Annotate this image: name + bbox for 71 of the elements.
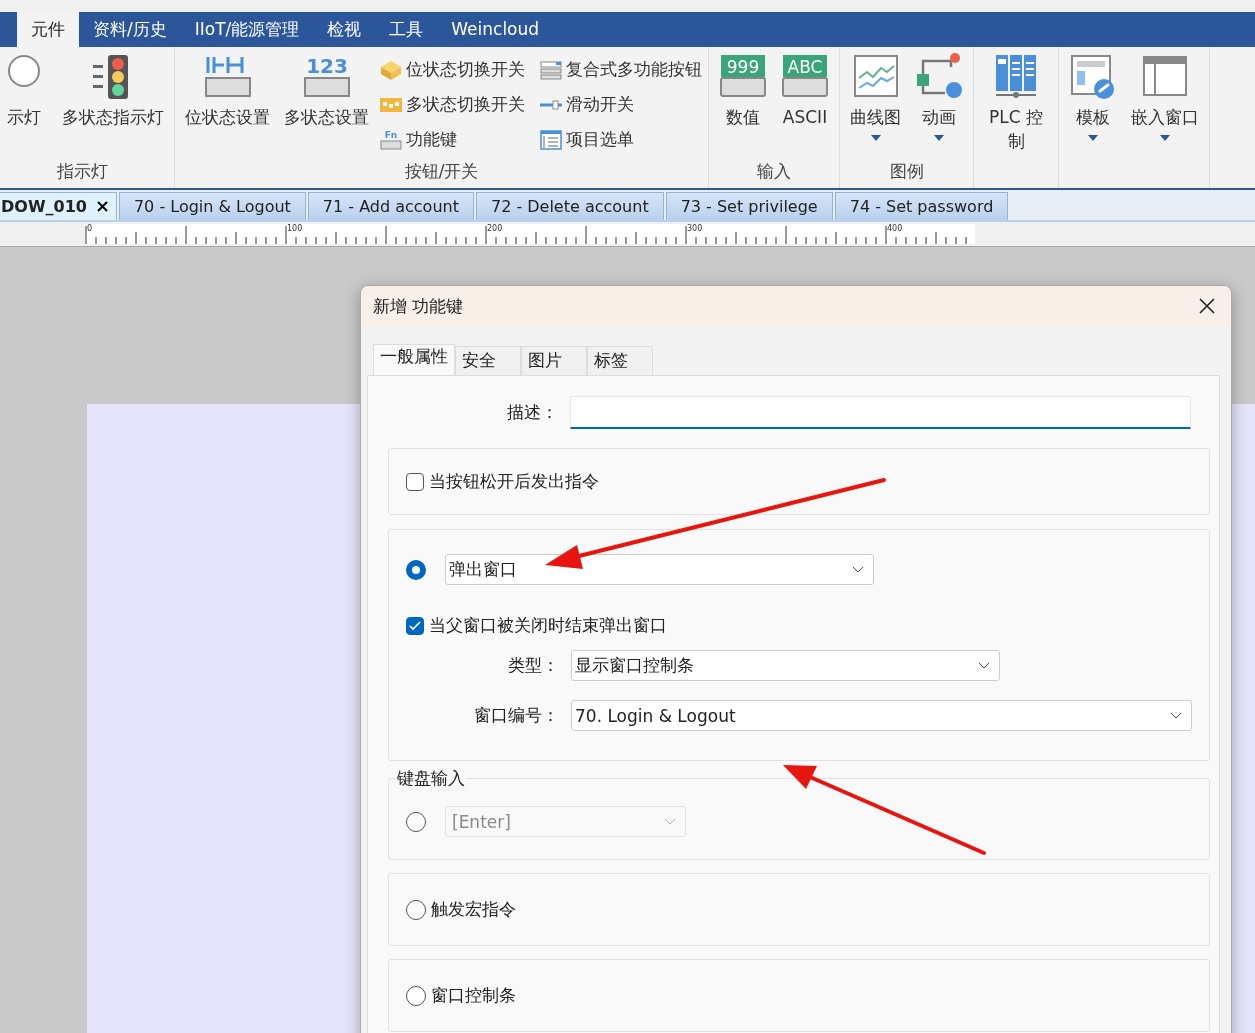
checkbox-label: 当按钮松开后发出指令 — [429, 470, 599, 493]
ribbon-button[interactable]: 滑动开关 — [537, 87, 704, 122]
radio-label: 触发宏指令 — [431, 898, 516, 921]
menu-tab[interactable]: 元件 — [17, 12, 79, 47]
dropdown[interactable]: 70. Login & Logout — [571, 700, 1192, 731]
document-tab[interactable]: 71 - Add account — [307, 192, 474, 220]
chevron-icon — [1170, 712, 1182, 719]
document-tab[interactable]: DOW_010 — [0, 192, 117, 220]
radio-label: 窗口控制条 — [431, 984, 516, 1007]
document-tab[interactable]: 72 - Delete account — [475, 192, 664, 220]
ribbon-button[interactable]: 123 多状态设置 — [278, 47, 375, 129]
dialog-tab[interactable]: 标签 — [587, 346, 653, 375]
radio-button[interactable] — [406, 985, 426, 1006]
menu-tab[interactable]: 工具 — [375, 12, 438, 47]
ribbon-button[interactable]: 曲线图 — [844, 47, 907, 141]
dialog-tab[interactable]: 一般属性 — [373, 344, 455, 375]
checkbox[interactable] — [406, 472, 424, 491]
document-tab[interactable]: 74 - Set password — [834, 192, 1009, 220]
radio-button[interactable] — [406, 559, 426, 580]
description-field[interactable] — [570, 396, 1191, 429]
stacked-bars-icon — [539, 58, 563, 81]
ruler-label: 0 — [87, 224, 93, 233]
group-legend: 键盘输入 — [396, 767, 466, 790]
dropdown[interactable]: 弹出窗口 — [445, 554, 874, 585]
chevron-icon — [978, 662, 990, 669]
ribbon-button[interactable]: ABC ASCII — [775, 47, 835, 129]
ribbon-button[interactable]: 示灯 — [0, 47, 54, 129]
ribbon-button[interactable]: 模板 — [1063, 47, 1123, 141]
dialog-tab[interactable]: 图片 — [521, 346, 587, 375]
ribbon-button[interactable]: 位状态设置 — [179, 47, 276, 129]
menu-tab[interactable]: Weincloud — [437, 12, 554, 47]
document-tab[interactable]: 70 - Login & Logout — [118, 192, 306, 220]
ribbon-button[interactable]: 动画 — [909, 47, 969, 141]
ribbon-button[interactable]: Fn 功能键 — [377, 122, 527, 157]
list-icon — [539, 128, 563, 151]
ruler-label: 300 — [687, 224, 703, 233]
dropdown[interactable]: 显示窗口控制条 — [571, 650, 1000, 681]
chevron-icon — [664, 818, 676, 825]
field-label: 描述： — [506, 401, 558, 424]
menu-tab[interactable]: 检视 — [313, 12, 376, 47]
ruler-label: 100 — [287, 224, 303, 233]
cube-icon — [379, 58, 403, 81]
ribbon-button[interactable]: 多状态指示灯 — [56, 47, 170, 129]
ribbon-button[interactable]: 复合式多功能按钮 — [537, 52, 704, 87]
document-tab[interactable]: 73 - Set privilege — [665, 192, 833, 220]
field-label: 类型： — [507, 654, 559, 677]
close-icon — [96, 201, 108, 212]
field-label: 窗口编号： — [473, 704, 559, 727]
ribbon-button[interactable]: 位状态切换开关 — [377, 52, 527, 87]
checkbox-label: 当父窗口被关闭时结束弹出窗口 — [429, 614, 667, 637]
group-label: 图例 — [888, 160, 925, 183]
ruler-label: 400 — [887, 224, 903, 233]
ribbon-button[interactable]: 项目选单 — [537, 122, 704, 157]
chevron-icon — [852, 566, 864, 573]
group-label: 指示灯 — [55, 160, 109, 183]
flow-diagram-icon — [915, 53, 963, 101]
radio-button[interactable] — [406, 899, 426, 920]
dialog-title: 新增 功能键 — [373, 294, 464, 318]
menu-tab[interactable]: 资料/历史 — [79, 12, 181, 47]
ribbon-button[interactable]: PLC 控制 — [978, 47, 1054, 153]
checkbox[interactable] — [406, 616, 424, 635]
ribbon-button[interactable]: 999 数值 — [713, 47, 773, 129]
group-label: 按钮/开关 — [403, 160, 480, 183]
menu-tab[interactable]: IIoT/能源管理 — [180, 12, 314, 47]
template-icon — [1069, 53, 1117, 101]
dialog-tab[interactable]: 安全 — [455, 346, 521, 375]
ribbon-button[interactable]: 多状态切换开关 — [377, 87, 527, 122]
group-label: 输入 — [756, 160, 792, 183]
ruler-label: 200 — [487, 224, 503, 233]
ribbon-button[interactable]: 嵌入窗口 — [1125, 47, 1205, 141]
close-icon[interactable] — [1199, 298, 1215, 314]
